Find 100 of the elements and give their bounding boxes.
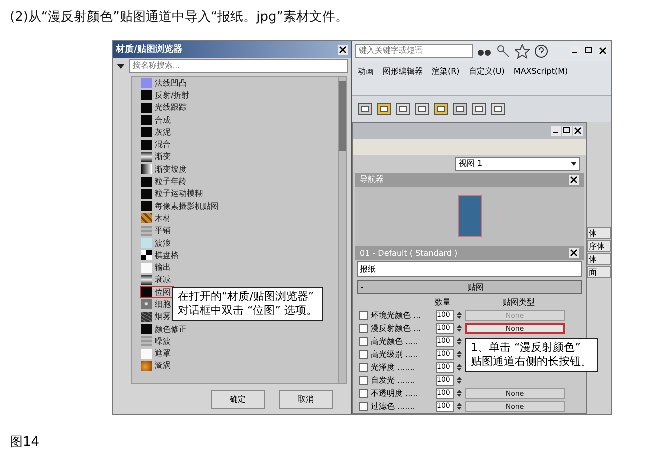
search-field[interactable]: 按名称搜索... bbox=[129, 59, 348, 73]
checkbox[interactable] bbox=[359, 324, 368, 333]
dropdown-arrow-icon[interactable] bbox=[116, 61, 126, 71]
map-list-item[interactable]: 输出 bbox=[140, 261, 174, 274]
swatch-icon bbox=[141, 262, 152, 273]
command-button[interactable]: 序体 bbox=[587, 240, 611, 252]
spinner-icon[interactable] bbox=[457, 324, 462, 333]
map-list-item[interactable]: 混合 bbox=[140, 138, 174, 151]
item-label: 木材 bbox=[155, 212, 171, 224]
map-list-item[interactable]: 反射/折射 bbox=[140, 89, 193, 102]
menu-item[interactable]: 自定义(U) bbox=[468, 66, 505, 76]
map-list-item[interactable]: 波浪 bbox=[140, 236, 174, 250]
spinner-icon[interactable] bbox=[457, 350, 462, 359]
map-list-item[interactable]: 粒子运动模糊 bbox=[140, 188, 206, 200]
help-icon[interactable] bbox=[534, 44, 549, 58]
menu-item[interactable]: 图形编辑器 bbox=[383, 66, 423, 76]
map-list-item[interactable]: 平铺 bbox=[140, 224, 174, 237]
menu-item[interactable]: 动画 bbox=[358, 66, 374, 76]
item-label: 法线凹凸 bbox=[155, 78, 187, 89]
scrollbar[interactable] bbox=[338, 77, 346, 383]
maximize-icon[interactable] bbox=[584, 46, 594, 56]
viewport-dropdown[interactable]: 视图 1 bbox=[455, 156, 580, 171]
toolbar-icon[interactable] bbox=[415, 102, 430, 116]
minimize-icon[interactable] bbox=[551, 126, 561, 136]
toolbar-icon[interactable] bbox=[396, 102, 411, 116]
map-list-item[interactable]: 衰减 bbox=[140, 274, 174, 286]
checkbox[interactable] bbox=[359, 402, 368, 411]
spinner-icon[interactable] bbox=[457, 363, 462, 372]
close-icon[interactable] bbox=[338, 44, 348, 54]
item-label: 颜色修正 bbox=[155, 324, 187, 335]
search-field[interactable]: 键入关键字或短语 bbox=[355, 44, 473, 58]
checkbox[interactable] bbox=[359, 363, 368, 372]
toolbar-icon[interactable] bbox=[491, 102, 506, 116]
close-icon[interactable] bbox=[569, 174, 579, 185]
toolbar-icon[interactable] bbox=[434, 102, 449, 116]
map-list-item[interactable]: 渐变 bbox=[140, 150, 174, 164]
checkbox[interactable] bbox=[359, 389, 368, 398]
swatch-icon bbox=[141, 90, 152, 100]
item-label: 漩涡 bbox=[155, 360, 171, 372]
spinner-icon[interactable] bbox=[457, 311, 462, 320]
map-list-item[interactable]: 棋盘格 bbox=[140, 249, 182, 262]
menu-item[interactable]: MAXScript(M) bbox=[514, 66, 568, 76]
map-list-item[interactable]: 木材 bbox=[140, 212, 174, 225]
checkbox[interactable] bbox=[359, 337, 368, 346]
map-list-item[interactable]: 粒子年龄 bbox=[140, 175, 190, 188]
callout-text: 在打开的“材质/贴图浏览器” 对话框中双击 “位图” 选项。 bbox=[172, 287, 324, 321]
maximize-icon[interactable] bbox=[562, 126, 572, 136]
swatch-icon bbox=[141, 164, 152, 174]
map-list-item[interactable]: 灰泥 bbox=[140, 126, 174, 138]
item-label: 波浪 bbox=[155, 238, 171, 249]
map-list-item[interactable]: 遮罩 bbox=[140, 348, 174, 360]
swatch-icon bbox=[141, 348, 152, 359]
checkbox[interactable] bbox=[359, 376, 368, 385]
dialog-title: 材质/贴图浏览器 bbox=[116, 43, 182, 56]
map-label: 环境光颜色 ... bbox=[371, 310, 422, 321]
spinner-icon[interactable] bbox=[457, 389, 462, 398]
command-button[interactable]: 体 bbox=[587, 253, 611, 265]
map-list-item[interactable]: 位图 bbox=[140, 286, 174, 298]
map-list-item[interactable]: 细胞 bbox=[140, 298, 174, 311]
map-list-item[interactable]: 噪波 bbox=[140, 335, 174, 348]
checkbox[interactable] bbox=[359, 350, 368, 359]
rollout-header[interactable]: - 贴图 bbox=[357, 280, 582, 294]
item-label: 合成 bbox=[155, 114, 171, 126]
toolbar-icon[interactable] bbox=[472, 102, 487, 116]
item-label: 粒子年龄 bbox=[155, 176, 187, 188]
dialog-button[interactable]: 确定 bbox=[211, 390, 265, 408]
map-list-item[interactable]: 烟雾 bbox=[140, 310, 174, 323]
map-list-item[interactable]: 合成 bbox=[140, 114, 174, 126]
command-button[interactable]: 体 bbox=[587, 227, 611, 239]
star-icon[interactable] bbox=[515, 44, 530, 58]
map-list-item[interactable]: 漩涡 bbox=[140, 360, 174, 372]
map-list-item[interactable]: 颜色修正 bbox=[140, 322, 190, 336]
name-field[interactable]: 报纸 bbox=[357, 261, 582, 278]
item-label: 混合 bbox=[155, 139, 171, 150]
toolbar-icon[interactable] bbox=[453, 102, 468, 116]
map-label: 漫反射颜色 ... bbox=[371, 323, 422, 334]
spinner-icon[interactable] bbox=[457, 376, 462, 385]
map-list-item[interactable]: 渐变坡度 bbox=[140, 163, 190, 176]
close-icon[interactable] bbox=[598, 46, 608, 56]
map-list-item[interactable]: 每像素摄影机贴图 bbox=[140, 200, 222, 212]
item-label: 位图 bbox=[155, 286, 171, 298]
swatch-icon bbox=[141, 360, 152, 371]
swatch-icon bbox=[141, 127, 152, 138]
swatch-icon bbox=[141, 201, 152, 212]
close-icon[interactable] bbox=[569, 248, 579, 258]
figure-label: 图14 bbox=[10, 434, 41, 451]
material-preview bbox=[458, 195, 482, 238]
map-list-item[interactable]: 法线凹凸 bbox=[140, 77, 190, 90]
menu-item[interactable]: 渲染(R) bbox=[432, 66, 460, 76]
dialog-button[interactable]: 取消 bbox=[279, 390, 333, 408]
toolbar-icon[interactable] bbox=[358, 102, 373, 116]
map-list-item[interactable]: 光线跟踪 bbox=[140, 102, 190, 114]
map-label: 高光级别 ..... bbox=[371, 349, 420, 360]
toolbar-icon[interactable] bbox=[377, 102, 392, 116]
spinner-icon[interactable] bbox=[457, 337, 462, 346]
item-label: 平铺 bbox=[155, 225, 171, 236]
minimize-icon[interactable] bbox=[570, 46, 580, 56]
close-icon[interactable] bbox=[573, 126, 583, 136]
command-button[interactable]: 面 bbox=[587, 266, 611, 278]
spinner-icon[interactable] bbox=[457, 402, 462, 411]
